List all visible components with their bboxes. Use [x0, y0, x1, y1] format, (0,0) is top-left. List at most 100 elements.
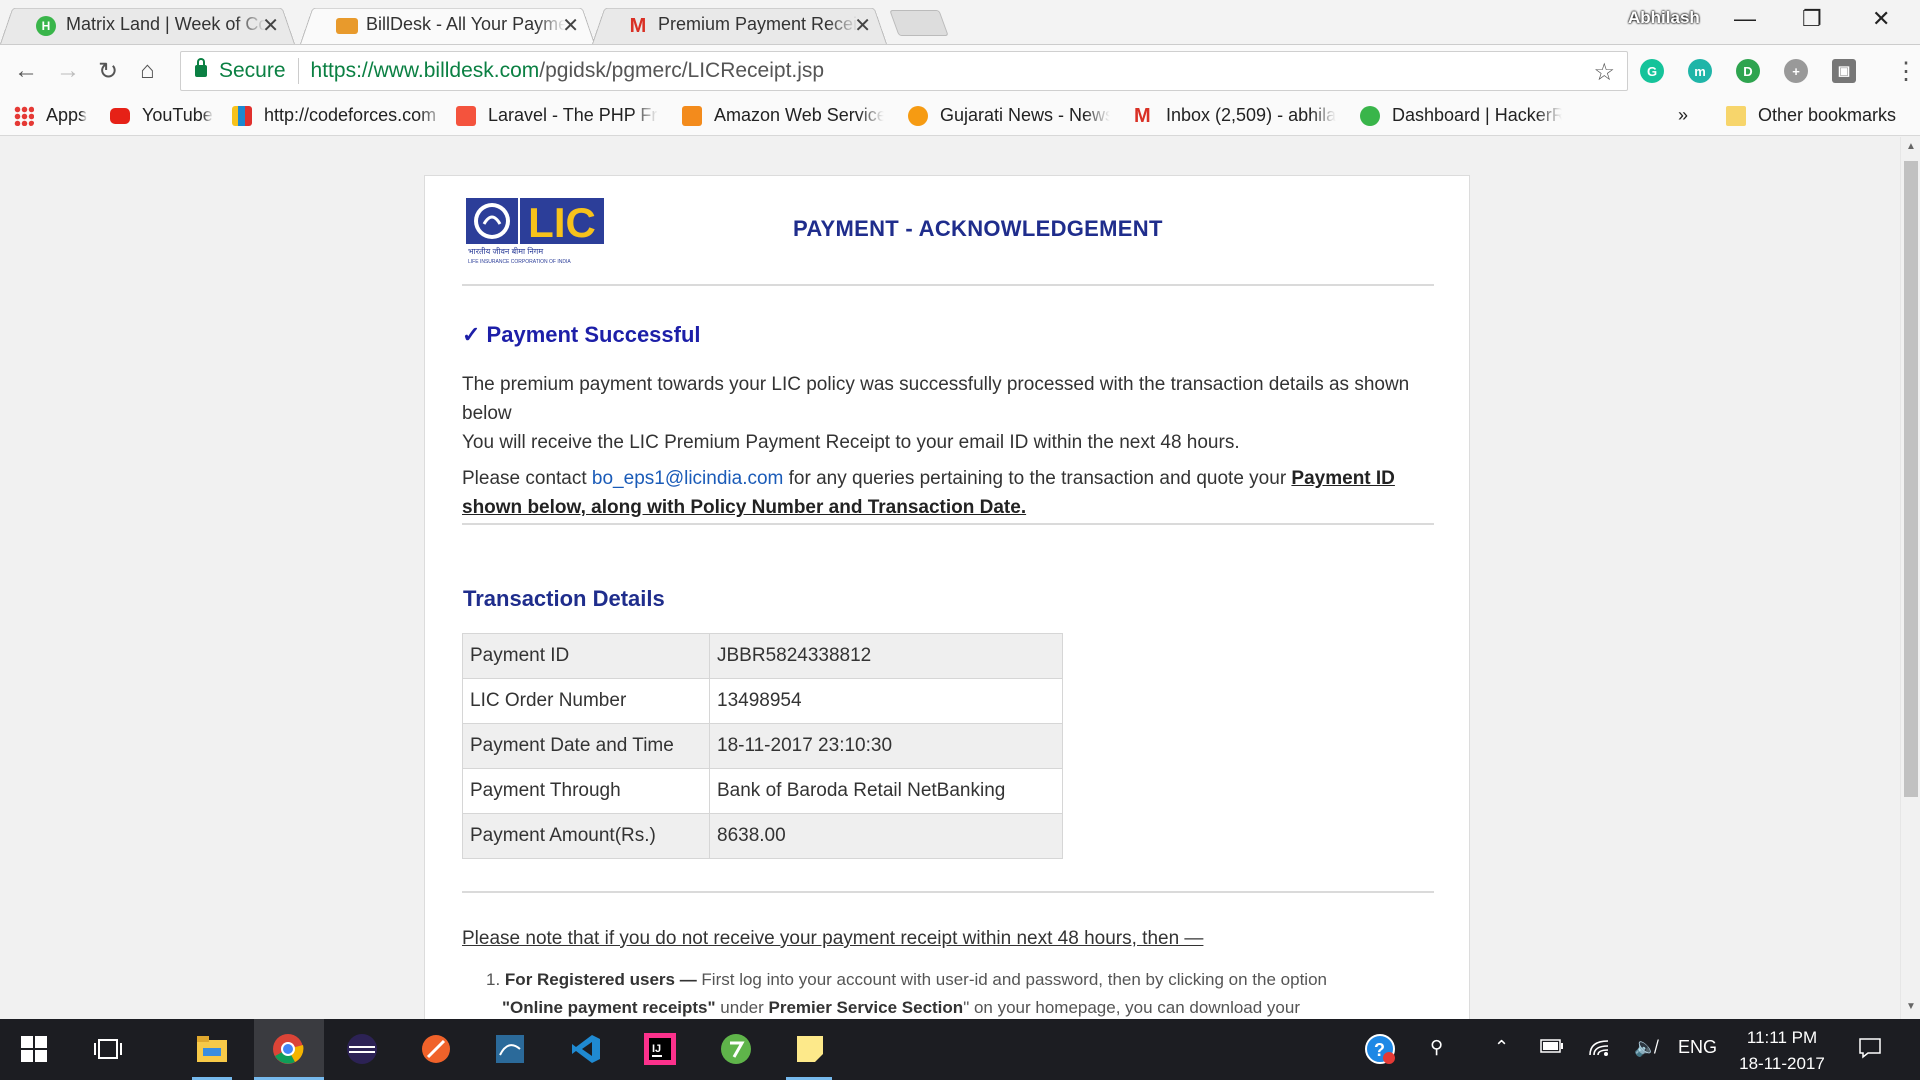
bookmark-apps[interactable]: Apps — [14, 105, 87, 126]
clock-time: 11:11 PM — [1746, 1028, 1818, 1047]
bookmark-youtube[interactable]: YouTube — [110, 105, 213, 126]
receipt-email-notice: You will receive the LIC Premium Payment… — [462, 432, 1240, 453]
row-value: Bank of Baroda Retail NetBanking — [709, 768, 1063, 814]
green-app-icon[interactable] — [718, 1031, 754, 1067]
scroll-up-icon[interactable]: ▲ — [1906, 141, 1916, 152]
wifi-icon[interactable] — [1588, 1037, 1610, 1062]
folder-icon — [1726, 105, 1746, 126]
windows-start-icon[interactable] — [16, 1031, 52, 1067]
bookmark-hackerrank[interactable]: Dashboard | HackerRank — [1360, 105, 1562, 126]
volume-muted-icon[interactable]: 🔈̸ — [1634, 1037, 1656, 1058]
clock[interactable]: 11:11 PM 18-11-2017 — [1735, 1025, 1829, 1077]
note-heading: Please note that if you do not receive y… — [462, 928, 1204, 949]
grammarly-icon[interactable]: G — [1640, 59, 1664, 83]
chrome-icon[interactable] — [270, 1031, 306, 1067]
close-tab-icon[interactable]: ✕ — [262, 13, 279, 38]
close-window-icon[interactable]: ✕ — [1872, 6, 1890, 32]
success-message: ✓ Payment Successful — [462, 322, 701, 347]
bookmark-gujarati-news[interactable]: Gujarati News - News — [908, 105, 1110, 126]
tab-label: Matrix Land | Week of Co — [66, 13, 266, 34]
tab-billdesk[interactable]: BillDesk - All Your Payme ✕ — [300, 4, 595, 45]
bookmark-laravel[interactable]: Laravel - The PHP Framework — [456, 105, 658, 126]
hackerrank-icon — [1360, 105, 1380, 126]
mysql-workbench-icon[interactable] — [492, 1031, 528, 1067]
secure-label: Secure — [219, 59, 286, 82]
page-title: PAYMENT - ACKNOWLEDGEMENT — [793, 216, 1163, 241]
extension-plus-icon[interactable]: + — [1784, 59, 1808, 83]
extension-m-icon[interactable]: m — [1688, 59, 1712, 83]
bookmark-star-icon[interactable]: ☆ — [1593, 58, 1615, 87]
home-icon[interactable]: ⌂ — [140, 57, 155, 85]
table-row: Payment ID JBBR5824338812 — [462, 633, 1063, 679]
url-host: https://www.billdesk.com — [310, 59, 540, 82]
vscode-icon[interactable] — [568, 1031, 604, 1067]
forward-icon[interactable]: → — [56, 57, 80, 85]
lock-icon — [195, 58, 207, 77]
language-indicator[interactable]: ENG — [1678, 1037, 1717, 1058]
reload-icon[interactable]: ↻ — [98, 57, 118, 86]
address-bar[interactable]: Secure https://www.billdesk.com /pgidsk/… — [180, 51, 1628, 91]
tab-matrix-land[interactable]: H Matrix Land | Week of Co ✕ — [0, 4, 295, 45]
help-icon[interactable]: ? — [1362, 1031, 1398, 1067]
transaction-details-heading: Transaction Details — [463, 586, 665, 611]
page-viewport: LIC भारतीय जीवन बीमा निगम LIFE INSURANCE… — [0, 137, 1900, 1019]
gmail-icon: M — [629, 14, 647, 37]
clock-date: 18-11-2017 — [1739, 1054, 1825, 1073]
svg-text:LIC: LIC — [528, 199, 596, 246]
windows-taskbar: IJ ? ⚲ ⌃ 🔈̸ ENG 11:11 PM 18-11-2017 — [0, 1019, 1920, 1080]
bookmark-inbox[interactable]: M Inbox (2,509) - abhilash — [1134, 105, 1336, 126]
people-icon[interactable]: ⚲ — [1430, 1037, 1443, 1058]
tab-premium-receipt[interactable]: M Premium Payment Receip ✕ — [592, 4, 887, 45]
laravel-icon — [456, 105, 476, 126]
divider — [462, 891, 1434, 893]
row-value: 8638.00 — [709, 813, 1063, 859]
other-bookmarks[interactable]: Other bookmarks — [1726, 105, 1896, 126]
support-email-link[interactable]: bo_eps1@licindia.com — [592, 468, 783, 489]
divider — [462, 523, 1434, 525]
row-value: 13498954 — [709, 678, 1063, 724]
scrollbar-thumb[interactable] — [1904, 161, 1918, 797]
row-value: JBBR5824338812 — [709, 633, 1063, 679]
task-view-icon[interactable] — [90, 1031, 126, 1067]
sticky-notes-icon[interactable] — [792, 1031, 828, 1067]
extension-camera-icon[interactable]: ▣ — [1832, 59, 1856, 83]
aws-icon — [682, 105, 702, 126]
back-icon[interactable]: ← — [14, 57, 38, 85]
tab-label: Premium Payment Receip — [658, 13, 858, 34]
url-path: /pgidsk/pgmerc/LICReceipt.jsp — [539, 59, 825, 82]
bookmark-aws[interactable]: Amazon Web Services — [682, 105, 884, 126]
bookmark-codeforces[interactable]: http://codeforces.com — [232, 105, 446, 126]
intro-paragraph: The premium payment towards your LIC pol… — [462, 374, 1410, 424]
chevron-up-icon[interactable]: ⌃ — [1494, 1037, 1509, 1058]
new-tab-button[interactable] — [889, 10, 949, 36]
news-icon — [908, 105, 928, 126]
transaction-table: Payment ID JBBR5824338812 LIC Order Numb… — [462, 633, 1063, 859]
paint-icon[interactable] — [418, 1031, 454, 1067]
gmail-icon: M — [1134, 104, 1151, 127]
close-tab-icon[interactable]: ✕ — [854, 13, 871, 38]
eclipse-icon[interactable] — [344, 1031, 380, 1067]
browser-titlebar: H Matrix Land | Week of Co ✕ BillDesk - … — [0, 0, 1920, 45]
bookmarks-bar: Apps YouTube http://codeforces.com Larav… — [0, 96, 1920, 136]
intellij-icon[interactable]: IJ — [642, 1031, 678, 1067]
apps-grid-icon — [14, 105, 34, 126]
close-tab-icon[interactable]: ✕ — [562, 13, 579, 38]
restore-icon[interactable]: ❐ — [1802, 6, 1822, 32]
bookmarks-overflow[interactable]: » — [1678, 105, 1688, 126]
svg-text:LIFE INSURANCE CORPORATION OF: LIFE INSURANCE CORPORATION OF INDIA — [468, 259, 571, 265]
vertical-scrollbar[interactable]: ▲ ▼ — [1900, 137, 1920, 1019]
action-center-icon[interactable] — [1858, 1037, 1882, 1064]
battery-icon[interactable] — [1540, 1037, 1564, 1058]
row-key: Payment Date and Time — [462, 723, 710, 769]
hackerrank-icon: H — [36, 16, 56, 36]
profile-name[interactable]: Abhilash — [1628, 8, 1700, 28]
table-row: Payment Through Bank of Baroda Retail Ne… — [462, 768, 1063, 814]
file-explorer-icon[interactable] — [194, 1031, 230, 1067]
minimize-icon[interactable]: — — [1734, 6, 1756, 32]
menu-icon[interactable]: ⋮ — [1894, 57, 1918, 86]
codeforces-icon — [232, 105, 252, 126]
row-key: Payment Amount(Rs.) — [462, 813, 710, 859]
scroll-down-icon[interactable]: ▼ — [1906, 1001, 1916, 1012]
table-row: Payment Amount(Rs.) 8638.00 — [462, 813, 1063, 859]
extension-id-icon[interactable]: D — [1736, 59, 1760, 83]
